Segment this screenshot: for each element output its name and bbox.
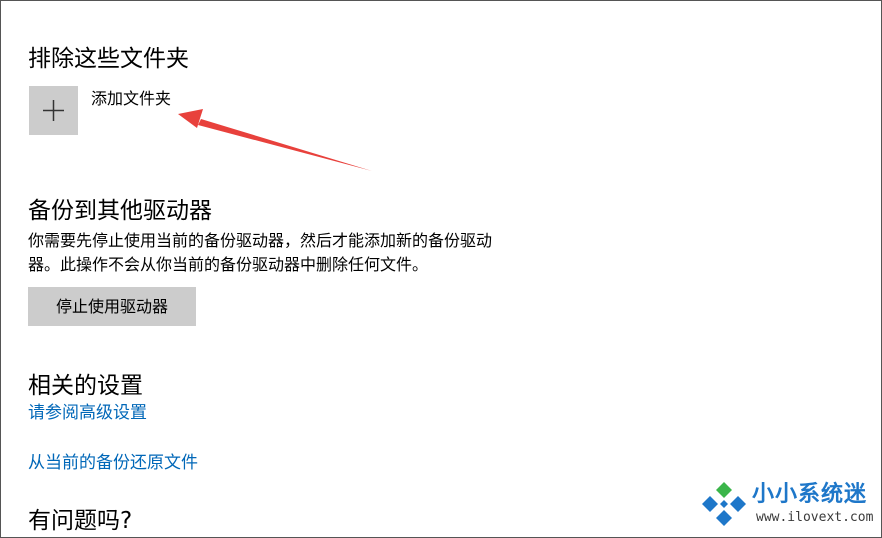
backup-drive-description-line2: 器。此操作不会从你当前的备份驱动器中删除任何文件。 xyxy=(28,255,429,274)
stop-using-drive-button[interactable]: 停止使用驱动器 xyxy=(28,287,196,326)
diamond-logo-icon xyxy=(702,482,746,526)
restore-files-link[interactable]: 从当前的备份还原文件 xyxy=(28,451,198,475)
help-heading: 有问题吗? xyxy=(28,508,133,534)
related-settings-heading: 相关的设置 xyxy=(28,373,143,399)
advanced-settings-link[interactable]: 请参阅高级设置 xyxy=(28,401,147,425)
backup-drive-description-line1: 你需要先停止使用当前的备份驱动器，然后才能添加新的备份驱动 xyxy=(28,231,493,250)
backup-drive-heading: 备份到其他驱动器 xyxy=(28,198,212,224)
watermark-title: 小小系统迷 xyxy=(752,482,868,507)
watermark-url: www.ilovext.com xyxy=(756,510,874,525)
watermark: 小小系统迷 www.ilovext.com xyxy=(696,478,876,534)
